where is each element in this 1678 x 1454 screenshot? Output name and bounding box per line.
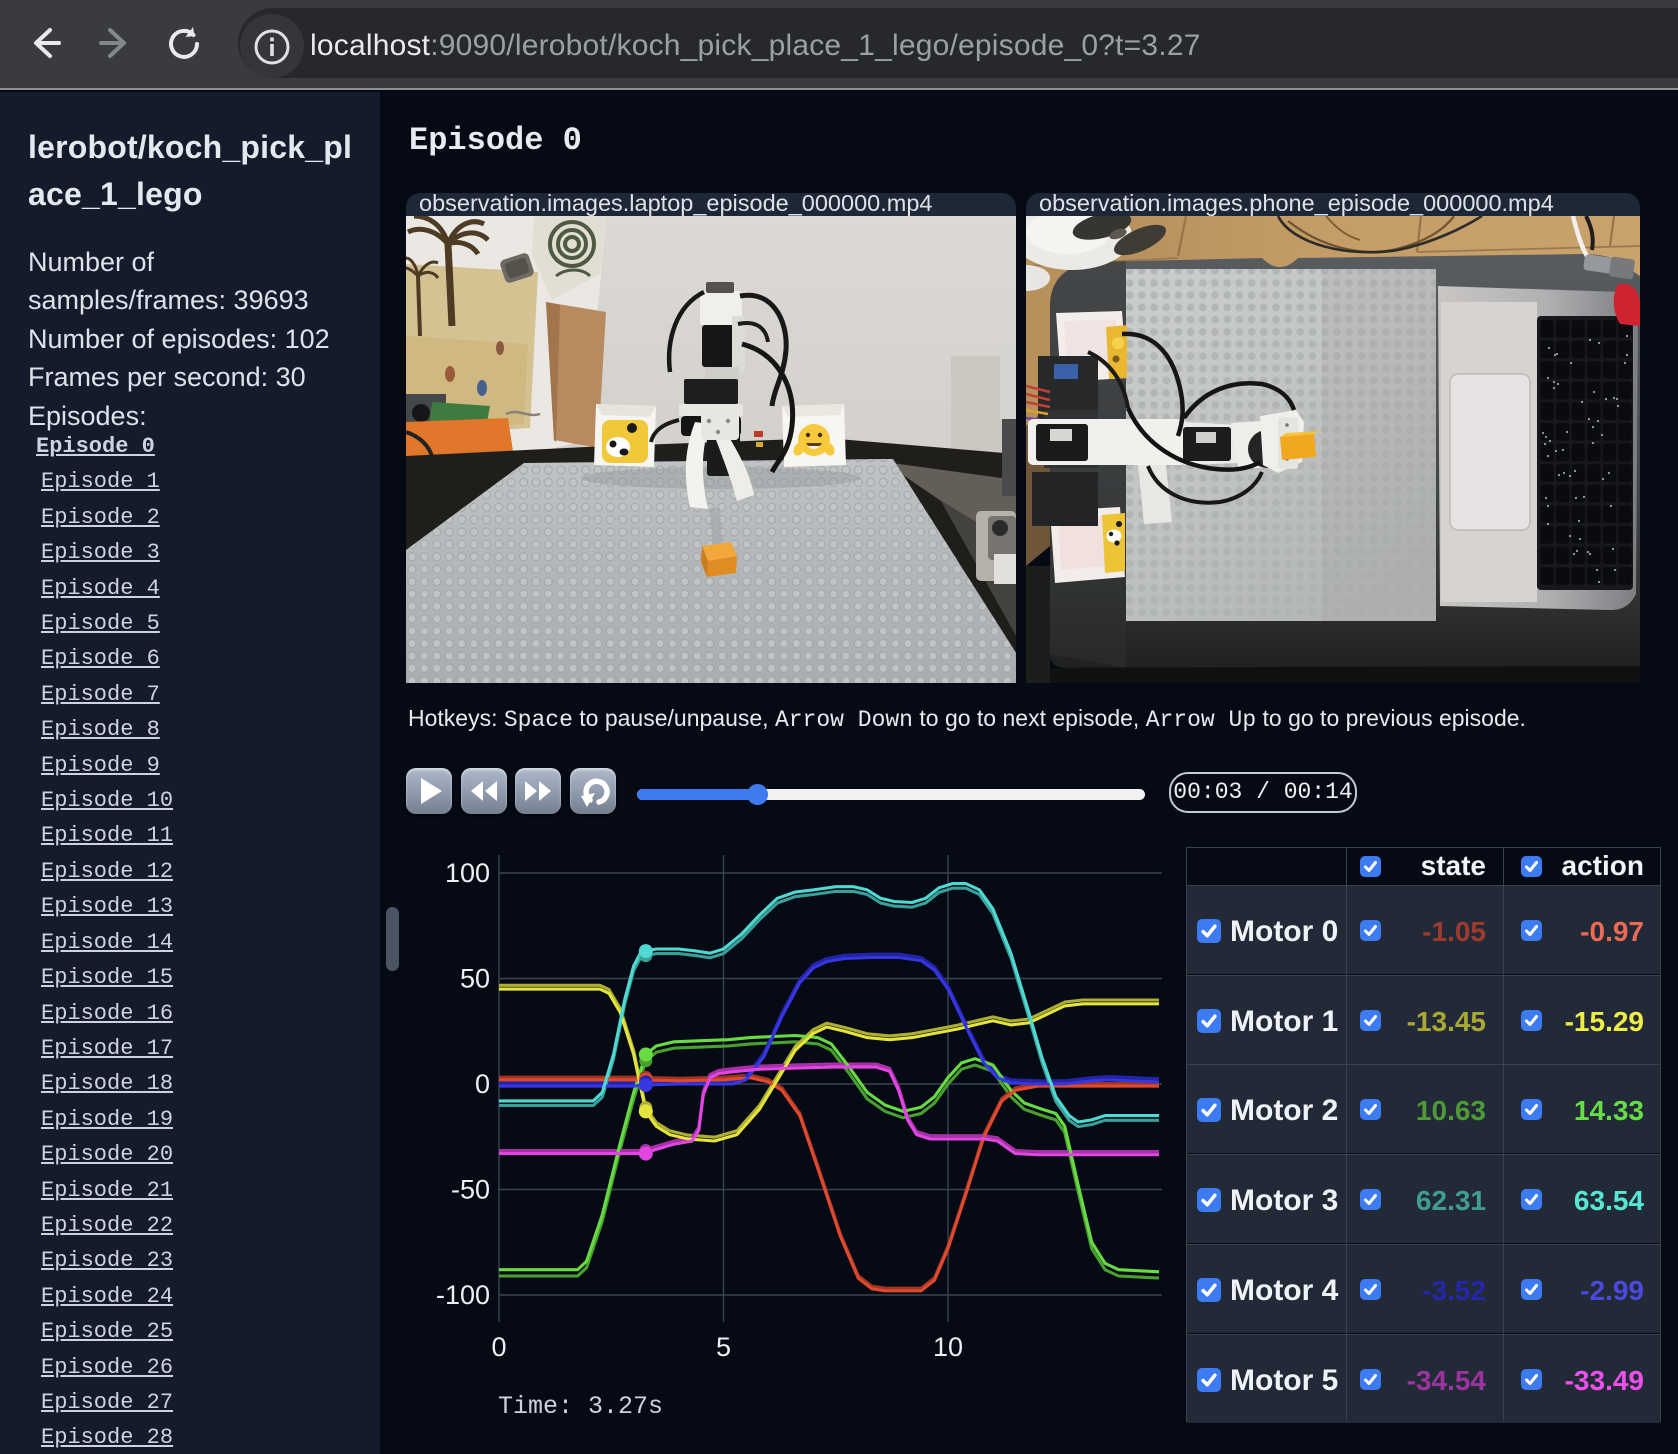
svg-text:5: 5 — [716, 1332, 731, 1362]
svg-text:50: 50 — [460, 964, 490, 994]
svg-text:100: 100 — [445, 858, 490, 888]
svg-text:0: 0 — [475, 1069, 490, 1099]
svg-text:-50: -50 — [451, 1175, 490, 1205]
svg-text:-100: -100 — [436, 1280, 490, 1310]
svg-text:0: 0 — [491, 1332, 506, 1362]
svg-text:10: 10 — [933, 1332, 963, 1362]
